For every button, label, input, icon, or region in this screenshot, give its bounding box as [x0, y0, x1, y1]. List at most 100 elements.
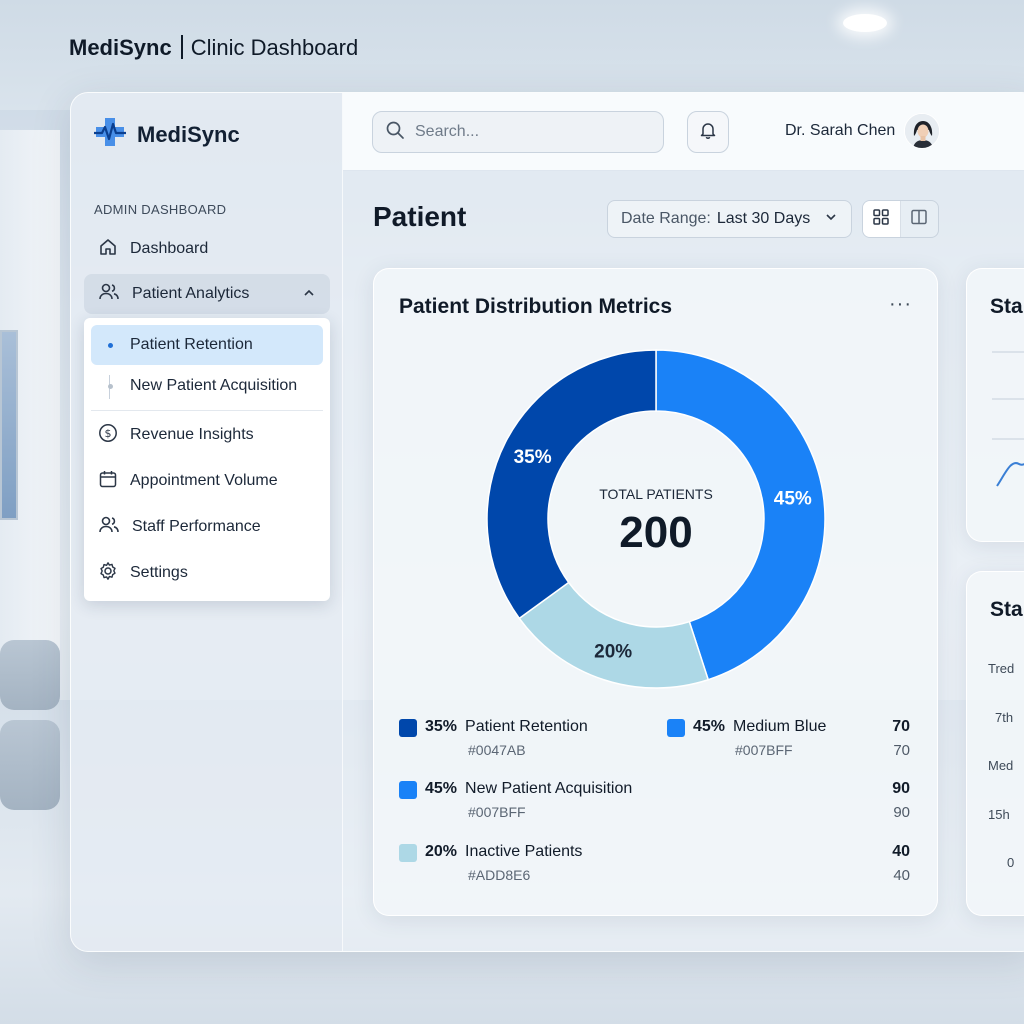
legend-swatch	[399, 844, 417, 862]
legend-value: 40	[892, 843, 910, 860]
submenu-item-label: Patient Retention	[130, 336, 253, 353]
gear-icon	[98, 561, 118, 586]
ceiling-light	[843, 14, 887, 32]
trend-line	[992, 351, 1024, 487]
sidebar-item-label: Appointment Volume	[130, 472, 278, 489]
top-bar: Dr. Sarah Chen	[343, 93, 1024, 171]
date-range-value: Last 30 Days	[716, 210, 811, 227]
user-name[interactable]: Dr. Sarah Chen	[785, 122, 895, 140]
sidebar-item-label: Staff Performance	[132, 518, 261, 535]
sidebar: MediSync ADMIN DASHBOARD Dashboard Patie…	[71, 93, 343, 951]
card-title: Patient Distribution Metrics	[399, 295, 673, 318]
date-range-select[interactable]: Date Range: Last 30 Days	[607, 200, 852, 238]
legend-label: Medium Blue	[733, 718, 827, 735]
legend-percent: 20%	[425, 843, 458, 860]
donut-center-label: TOTAL PATIENTS	[599, 486, 713, 502]
legend-percent: 45%	[693, 718, 726, 735]
chevron-up-icon[interactable]	[302, 286, 316, 305]
side-card-label: 0	[1007, 855, 1015, 870]
content-title: Patient	[373, 201, 467, 232]
more-options-icon[interactable]: ···	[889, 293, 912, 316]
slice-label: 45%	[774, 488, 812, 509]
legend-hex: #007BFF	[735, 742, 793, 758]
search-box[interactable]	[372, 111, 664, 153]
legend-percent: 45%	[425, 780, 458, 797]
grid-icon	[872, 208, 890, 231]
patient-analytics-submenu: Patient Retention New Patient Acquisitio…	[84, 318, 330, 601]
legend-hex: #0047AB	[468, 742, 526, 758]
search-icon	[385, 120, 405, 145]
sidebar-item-label: Revenue Insights	[130, 426, 254, 443]
bell-icon	[698, 120, 718, 145]
side-card-title: Sta	[990, 598, 1023, 621]
waiting-chair	[0, 640, 60, 710]
sidebar-item-label: Dashboard	[130, 240, 209, 257]
legend-item: 45% Medium Blue	[667, 718, 826, 737]
search-input[interactable]	[415, 123, 655, 141]
legend-value-secondary: 70	[893, 742, 910, 759]
grid-view-button[interactable]	[863, 201, 901, 237]
app-window: MediSync ADMIN DASHBOARD Dashboard Patie…	[70, 92, 1024, 952]
submenu-item-new-patient-acquisition[interactable]: New Patient Acquisition	[91, 366, 323, 406]
legend-value: 70	[892, 718, 910, 735]
svg-text:$: $	[105, 427, 112, 440]
legend-swatch	[399, 781, 417, 799]
inactive-dot-icon	[108, 384, 113, 389]
submenu-divider	[91, 410, 323, 411]
legend-value: 90	[892, 780, 910, 797]
date-range-label: Date Range:	[621, 210, 711, 227]
legend-item: 45% New Patient Acquisition	[399, 780, 632, 799]
donut-center-value: 200	[619, 508, 692, 557]
notifications-button[interactable]	[687, 111, 729, 153]
sidebar-item-staff-performance[interactable]: Staff Performance	[84, 507, 330, 547]
donut-slice[interactable]	[486, 349, 657, 620]
dollar-circle-icon: $	[98, 423, 118, 448]
legend-value-secondary: 90	[893, 804, 910, 821]
users-icon	[98, 282, 120, 307]
split-panel-icon	[910, 208, 928, 231]
page-title: MediSync Clinic Dashboard	[69, 35, 358, 61]
sidebar-item-label: Settings	[130, 564, 188, 581]
sidebar-item-settings[interactable]: Settings	[84, 553, 330, 593]
active-dot-icon	[108, 343, 113, 348]
sidebar-item-dashboard[interactable]: Dashboard	[84, 229, 330, 269]
sidebar-item-appointment-volume[interactable]: Appointment Volume	[84, 461, 330, 501]
section-label: ADMIN DASHBOARD	[94, 202, 227, 217]
wall-art	[0, 330, 18, 520]
legend-hex: #007BFF	[468, 804, 526, 820]
side-card-bottom: Sta Tred 7th Med 15h 0	[966, 571, 1024, 916]
legend-swatch	[399, 719, 417, 737]
side-card-top: Sta	[966, 268, 1024, 542]
side-card-label: 15h	[988, 807, 1010, 822]
side-card-label: 7th	[995, 710, 1014, 725]
legend-label: New Patient Acquisition	[465, 780, 633, 797]
legend-item: 20% Inactive Patients	[399, 843, 582, 862]
logo-icon	[93, 115, 127, 154]
waiting-chair	[0, 720, 60, 810]
legend-value-secondary: 40	[893, 867, 910, 884]
legend-hex: #ADD8E6	[468, 867, 531, 883]
submenu-item-patient-retention[interactable]: Patient Retention	[91, 325, 323, 365]
logo[interactable]: MediSync	[93, 115, 240, 154]
view-toggle	[862, 200, 939, 238]
legend-label: Inactive Patients	[465, 843, 583, 860]
page-title-brand: MediSync	[69, 35, 172, 60]
legend-swatch	[667, 719, 685, 737]
sidebar-item-patient-analytics[interactable]: Patient Analytics	[84, 274, 330, 314]
calendar-icon	[98, 469, 118, 494]
submenu-item-label: New Patient Acquisition	[130, 377, 298, 394]
donut-chart: 45% 20% 35% TOTAL PATIENTS 200	[486, 349, 826, 689]
page-title-subtitle: Clinic Dashboard	[190, 35, 359, 60]
side-card-label: Med	[988, 758, 1014, 773]
avatar[interactable]	[904, 113, 940, 149]
split-view-button[interactable]	[901, 201, 939, 237]
sidebar-item-revenue-insights[interactable]: $ Revenue Insights	[84, 415, 330, 455]
logo-text: MediSync	[137, 121, 240, 147]
sidebar-item-label: Patient Analytics	[132, 285, 250, 302]
distribution-card: Patient Distribution Metrics ··· 45% 20% 3…	[373, 268, 938, 916]
slice-label: 35%	[514, 447, 552, 468]
title-separator	[180, 35, 183, 59]
legend-percent: 35%	[425, 718, 458, 735]
users-icon	[98, 515, 120, 540]
legend-item: 35% Patient Retention	[399, 718, 588, 737]
